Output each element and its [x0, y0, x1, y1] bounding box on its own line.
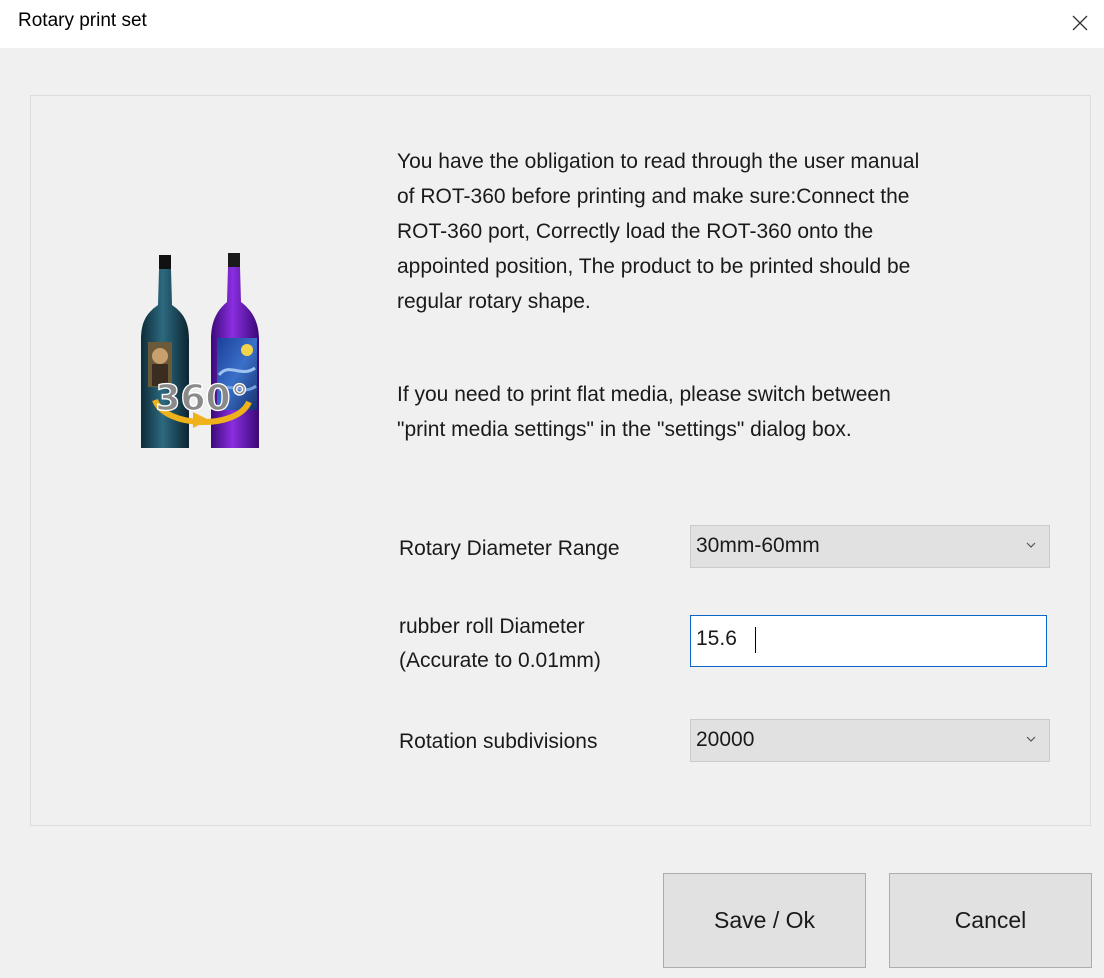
notice-line: appointed position, The product to be pr… — [397, 255, 911, 278]
title-bar: Rotary print set — [0, 0, 1104, 48]
close-button[interactable] — [1066, 9, 1094, 37]
chevron-down-icon — [1026, 542, 1036, 548]
chevron-down-icon — [1026, 736, 1036, 742]
note-line: If you need to print flat media, please … — [397, 383, 891, 406]
360-badge: 360° — [155, 378, 248, 419]
notice-line: regular rotary shape. — [397, 290, 591, 313]
notice-line: You have the obligation to read through … — [397, 150, 920, 173]
rubber-roll-label-line1: rubber roll Diameter — [399, 615, 585, 638]
diameter-range-value: 30mm-60mm — [696, 534, 820, 557]
notice-line: ROT-360 port, Correctly load the ROT-360… — [397, 220, 874, 243]
diameter-range-label: Rotary Diameter Range — [399, 537, 620, 560]
rubber-roll-label: rubber roll Diameter (Accurate to 0.01mm… — [399, 610, 601, 678]
text-caret — [755, 627, 756, 653]
window-title: Rotary print set — [18, 10, 147, 31]
cancel-button[interactable]: Cancel — [889, 873, 1092, 968]
rubber-roll-diameter-input[interactable]: 15.6 — [690, 615, 1047, 667]
notice-line: of ROT-360 before printing and make sure… — [397, 185, 910, 208]
usage-notice: You have the obligation to read through … — [397, 144, 1047, 319]
rubber-roll-value: 15.6 — [696, 627, 737, 650]
rotary-bottles-illustration: 360° — [141, 253, 259, 448]
save-ok-button[interactable]: Save / Ok — [663, 873, 866, 968]
flat-media-note: If you need to print flat media, please … — [397, 377, 1047, 447]
rubber-roll-label-line2: (Accurate to 0.01mm) — [399, 649, 601, 672]
subdivisions-label: Rotation subdivisions — [399, 730, 598, 753]
note-line: "print media settings" in the "settings"… — [397, 418, 852, 441]
close-icon — [1072, 15, 1088, 31]
subdivisions-select[interactable]: 20000 — [690, 719, 1050, 762]
diameter-range-select[interactable]: 30mm-60mm — [690, 525, 1050, 568]
subdivisions-value: 20000 — [696, 728, 755, 751]
